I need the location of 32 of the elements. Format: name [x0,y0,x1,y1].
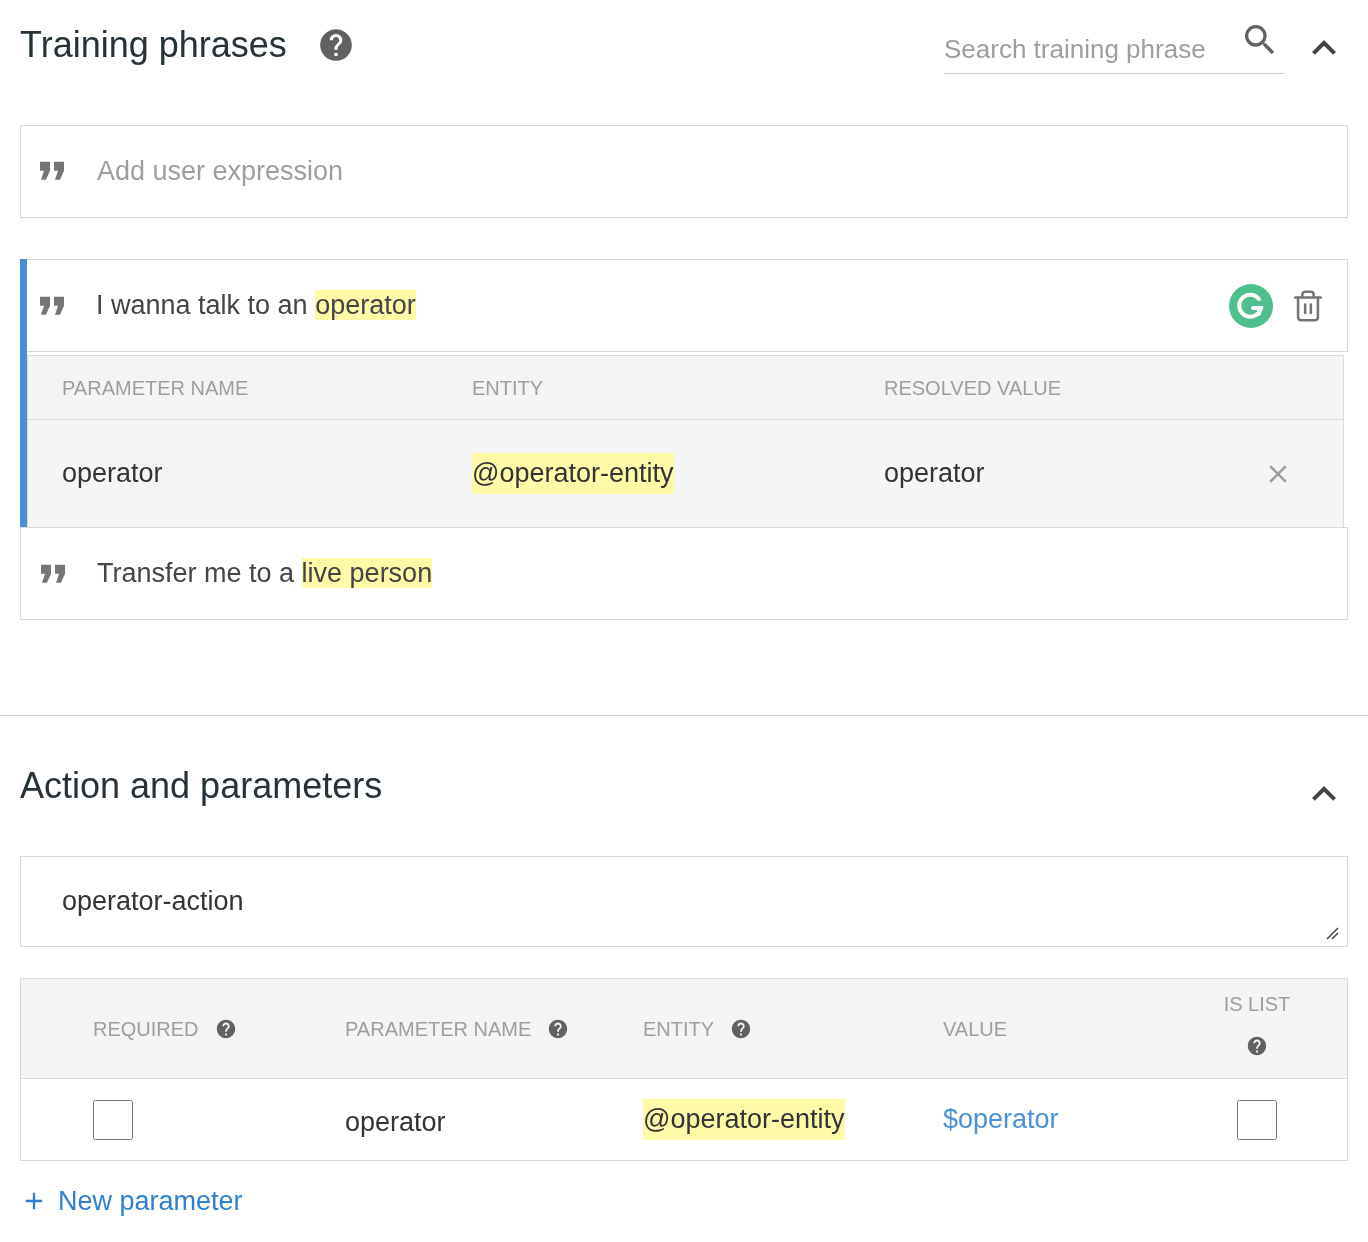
column-header: REQUIRED [93,1016,199,1042]
column-header: RESOLVED VALUE [884,375,1063,401]
required-checkbox[interactable] [93,1099,133,1140]
section-title: Action and parameters [20,764,383,808]
resize-handle-icon[interactable] [1325,926,1339,940]
phrase-row[interactable]: Transfer me to a live person [20,527,1348,620]
section-title: Training phrases [20,23,287,67]
table-cell-text: operator [884,457,985,491]
column-header: PARAMETER NAME [345,1016,532,1042]
column-header: VALUE [943,1016,1008,1042]
help-icon[interactable] [730,1017,753,1040]
entity-chip[interactable]: @operator-entity [472,453,674,494]
help-icon[interactable] [214,1017,237,1040]
quote-icon [38,159,66,183]
new-parameter-button[interactable]: New parameter [20,1181,243,1222]
table-cell-text: operator [62,457,163,491]
phrase-text: I wanna talk to an operator [96,289,416,323]
column-header: IS LIST [1223,991,1291,1017]
action-field[interactable]: operator-action [20,856,1348,947]
table-cell-text: operator [345,1106,447,1140]
phrase-text: Transfer me to a live person [97,557,433,591]
entity-chip[interactable]: @operator-entity [643,1099,845,1140]
add-expression-field[interactable]: Add user expression [20,125,1348,218]
column-header: ENTITY [472,375,545,401]
phrase-row[interactable]: I wanna talk to an operator [27,259,1348,352]
is-list-checkbox[interactable] [1237,1099,1277,1140]
column-header: PARAMETER NAME [62,375,250,401]
grammar-check-icon[interactable] [1229,283,1273,328]
column-header: ENTITY [643,1016,715,1042]
help-icon[interactable] [1246,1034,1268,1057]
help-icon[interactable] [547,1017,570,1040]
search-field[interactable]: Search training phrase [944,26,1284,74]
